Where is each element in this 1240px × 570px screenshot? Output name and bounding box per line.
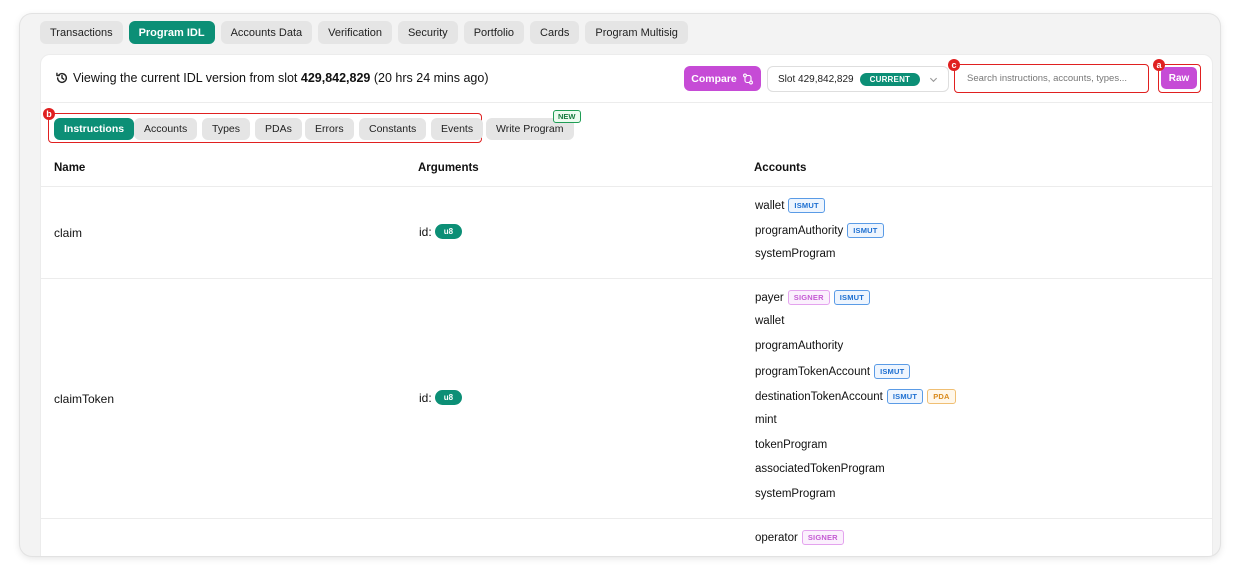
marker-a: a	[1153, 59, 1165, 71]
tab-transactions[interactable]: Transactions	[40, 21, 123, 44]
row-divider	[41, 518, 1212, 519]
account-name: payer	[755, 291, 784, 304]
argument: id: u8	[419, 390, 463, 405]
viewing-suffix: (20 hrs 24 mins ago)	[370, 71, 489, 85]
raw-button[interactable]: Raw	[1161, 67, 1197, 89]
type-badge: u8	[434, 224, 463, 239]
raw-highlight: Raw	[1158, 64, 1201, 93]
account-name: mint	[755, 414, 777, 426]
search-input[interactable]	[957, 67, 1145, 89]
account-item: programTokenAccount ISMUT	[755, 364, 911, 379]
account-name: programAuthority	[755, 340, 844, 352]
ismut-badge: ISMUT	[847, 223, 884, 238]
tab-program-multisig[interactable]: Program Multisig	[585, 21, 688, 44]
ismut-badge: ISMUT	[788, 198, 825, 213]
ismut-badge: ISMUT	[833, 290, 871, 305]
account-name: wallet	[755, 199, 785, 212]
account-name: associatedTokenProgram	[755, 463, 885, 475]
account-name: wallet	[755, 315, 785, 327]
ismut-badge: ISMUT	[886, 389, 924, 404]
top-tab-bar: Transactions Program IDL Accounts Data V…	[40, 21, 688, 44]
type-badge: u8	[434, 390, 463, 405]
argument-name: id:	[419, 390, 432, 405]
account-name: tokenProgram	[755, 439, 828, 451]
app-window: Transactions Program IDL Accounts Data V…	[20, 14, 1220, 556]
row-divider	[41, 278, 1212, 279]
pda-badge: PDA	[927, 389, 956, 404]
slot-select[interactable]: Slot 429,842,829 CURRENT	[767, 66, 949, 92]
subtab-events[interactable]: Events	[431, 118, 484, 140]
argument: id: u8	[419, 224, 463, 239]
instruction-name: claimToken	[54, 392, 115, 406]
account-item: destinationTokenAccount ISMUT PDA	[755, 389, 956, 404]
tab-program-idl[interactable]: Program IDL	[128, 21, 215, 44]
search-highlight	[954, 64, 1149, 93]
column-accounts: Accounts	[754, 162, 807, 174]
marker-b: b	[43, 108, 55, 120]
account-item: payer SIGNER ISMUT	[755, 290, 871, 305]
account-name: destinationTokenAccount	[755, 390, 883, 403]
subtab-errors[interactable]: Errors	[305, 118, 354, 140]
slot-number: 429,842,829	[300, 71, 371, 85]
slot-select-label: Slot 429,842,829	[778, 73, 854, 85]
idl-panel: Viewing the current IDL version from slo…	[40, 54, 1213, 556]
instruction-name: claim	[54, 226, 83, 240]
viewing-prefix: Viewing the current IDL version from slo…	[73, 71, 301, 85]
idl-version-text: Viewing the current IDL version from slo…	[73, 71, 489, 85]
tab-cards[interactable]: Cards	[530, 21, 580, 44]
idl-header: Viewing the current IDL version from slo…	[41, 55, 1212, 103]
tab-verification[interactable]: Verification	[318, 21, 392, 44]
account-item: mint	[755, 414, 777, 426]
subtab-constants[interactable]: Constants	[359, 118, 427, 140]
chevron-down-icon	[929, 77, 938, 83]
marker-c: c	[948, 59, 960, 71]
compare-label: Compare	[691, 72, 737, 85]
column-name: Name	[54, 162, 86, 174]
tab-portfolio[interactable]: Portfolio	[463, 21, 525, 44]
subtab-accounts[interactable]: Accounts	[134, 118, 198, 140]
account-item: programAuthority	[755, 340, 843, 352]
account-name: operator	[755, 531, 798, 544]
subtab-types[interactable]: Types	[202, 118, 251, 140]
account-name: programAuthority	[755, 224, 844, 237]
ismut-badge: ISMUT	[874, 364, 911, 379]
subtab-instructions[interactable]: Instructions	[54, 118, 135, 140]
signer-badge: SIGNER	[787, 290, 830, 305]
account-item: systemProgram	[755, 488, 836, 500]
subtab-pdas[interactable]: PDAs	[255, 118, 302, 140]
account-item: tokenProgram	[755, 439, 827, 451]
tab-accounts-data[interactable]: Accounts Data	[220, 21, 313, 44]
column-arguments: Arguments	[418, 162, 479, 174]
account-item: operator SIGNER	[755, 530, 844, 545]
current-badge: CURRENT	[859, 72, 921, 86]
account-item: wallet ISMUT	[755, 198, 825, 213]
tab-security[interactable]: Security	[397, 21, 458, 44]
compare-button[interactable]: Compare	[684, 66, 761, 91]
argument-name: id:	[419, 224, 432, 239]
history-icon	[56, 72, 68, 84]
account-item: associatedTokenProgram	[755, 463, 885, 475]
account-name: programTokenAccount	[755, 365, 871, 378]
account-name: systemProgram	[755, 488, 836, 500]
signer-badge: SIGNER	[801, 530, 844, 545]
account-item: wallet	[755, 315, 784, 327]
new-badge: NEW	[553, 110, 581, 123]
account-item: systemProgram	[755, 248, 836, 260]
row-divider	[41, 186, 1212, 187]
compare-icon	[742, 73, 753, 84]
account-name: systemProgram	[755, 248, 836, 260]
account-item: programAuthority ISMUT	[755, 223, 884, 238]
